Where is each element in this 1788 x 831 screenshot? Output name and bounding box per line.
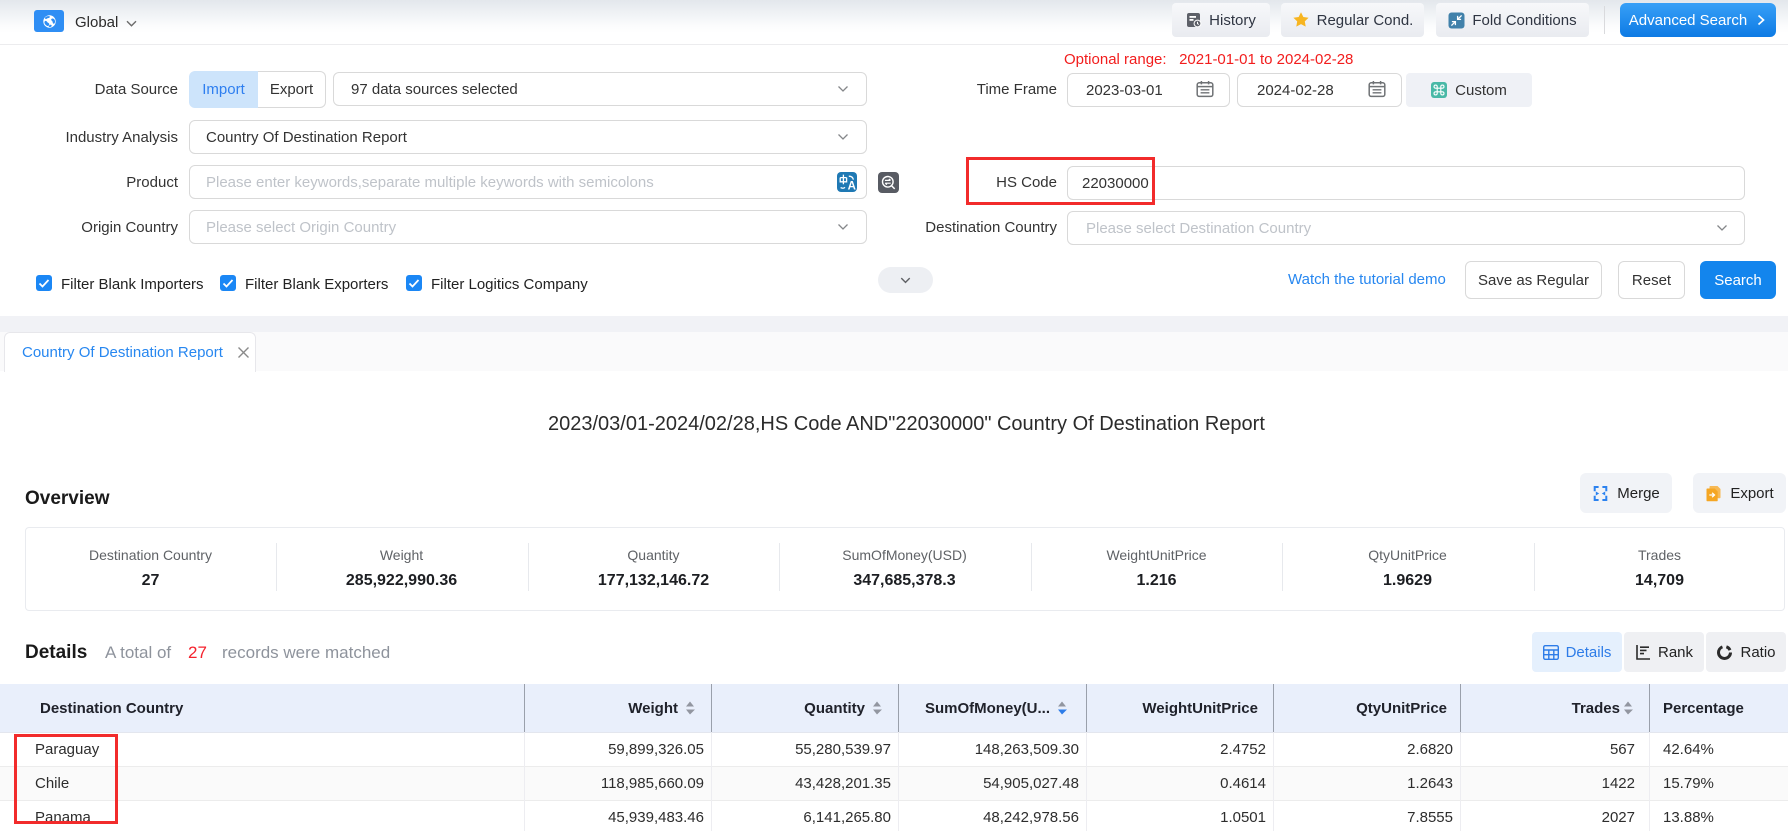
svg-text:A: A <box>848 181 856 192</box>
